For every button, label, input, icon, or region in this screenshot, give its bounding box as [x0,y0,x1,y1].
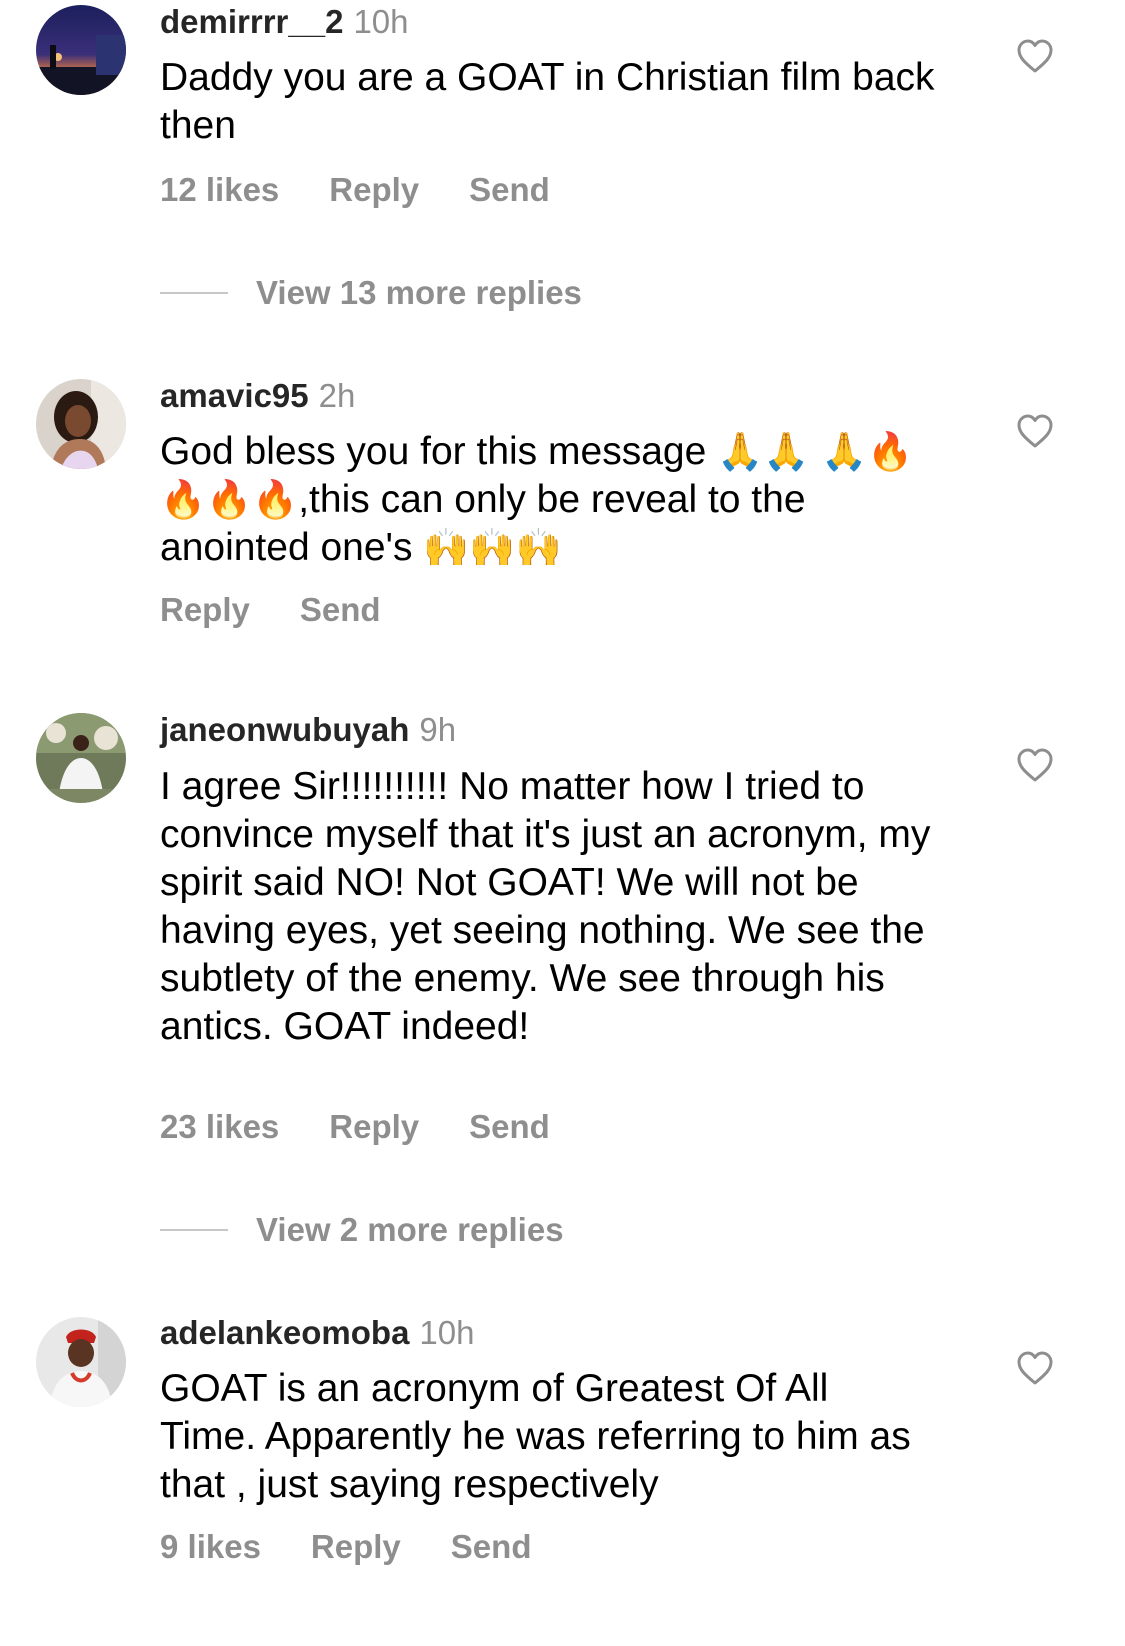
comment-header: demirrrr__2 10h [160,2,409,42]
comment-text: Daddy you are a GOAT in Christian film b… [160,56,935,147]
emoji-group-2: 🙌🙌🙌 [423,526,562,569]
comment-header: amavic95 2h [160,376,355,416]
comment-text-part1: God bless you for this message [160,430,718,473]
heart-outline-icon [1017,39,1053,73]
comment-header: adelankeomoba 10h [160,1313,474,1353]
comment-actions: 23 likes Reply Send [160,1107,600,1147]
username[interactable]: janeonwubuyah [160,711,409,748]
reply-button[interactable]: Reply [311,1528,401,1565]
likes-count[interactable]: 23 likes [160,1108,279,1145]
avatar[interactable] [36,379,126,469]
avatar-image [36,5,126,95]
view-more-label: View 13 more replies [256,274,582,311]
avatar-image [36,379,126,469]
like-button[interactable] [1016,1350,1054,1386]
divider-line [160,1229,228,1231]
comment-text: I agree Sir!!!!!!!!!! No matter how I tr… [160,765,931,1048]
avatar[interactable] [36,1317,126,1407]
timestamp: 9h [419,711,457,748]
username[interactable]: amavic95 [160,377,309,414]
comment-actions: 9 likes Reply Send [160,1527,581,1567]
send-button[interactable]: Send [451,1528,532,1565]
view-more-replies[interactable]: View 13 more replies [160,274,582,314]
comment-header: janeonwubuyah 9h [160,710,456,750]
username[interactable]: adelankeomoba [160,1314,409,1351]
timestamp: 10h [419,1314,475,1351]
send-button[interactable]: Send [469,1108,550,1145]
send-button[interactable]: Send [469,171,550,208]
view-more-label: View 2 more replies [256,1211,564,1248]
reply-button[interactable]: Reply [160,591,250,628]
avatar[interactable] [36,713,126,803]
timestamp: 2h [318,377,356,414]
like-button[interactable] [1016,38,1054,74]
like-button[interactable] [1016,413,1054,449]
heart-outline-icon [1017,414,1053,448]
username[interactable]: demirrrr__2 [160,3,343,40]
view-more-replies[interactable]: View 2 more replies [160,1211,564,1251]
comment-actions: 12 likes Reply Send [160,170,600,210]
reply-button[interactable]: Reply [329,1108,419,1145]
likes-count[interactable]: 12 likes [160,171,279,208]
comment-text: God bless you for this message 🙏🙏 🙏🔥🔥🔥🔥,… [160,428,940,572]
avatar[interactable] [36,5,126,95]
send-button[interactable]: Send [300,591,381,628]
avatar-image [36,1317,126,1407]
heart-outline-icon [1017,748,1053,782]
like-button[interactable] [1016,747,1054,783]
comment-actions: Reply Send [160,590,431,630]
timestamp: 10h [353,3,409,40]
comment-text: GOAT is an acronym of Greatest Of All Ti… [160,1367,911,1506]
divider-line [160,292,228,294]
avatar-image [36,713,126,803]
heart-outline-icon [1017,1351,1053,1385]
likes-count[interactable]: 9 likes [160,1528,261,1565]
reply-button[interactable]: Reply [329,171,419,208]
